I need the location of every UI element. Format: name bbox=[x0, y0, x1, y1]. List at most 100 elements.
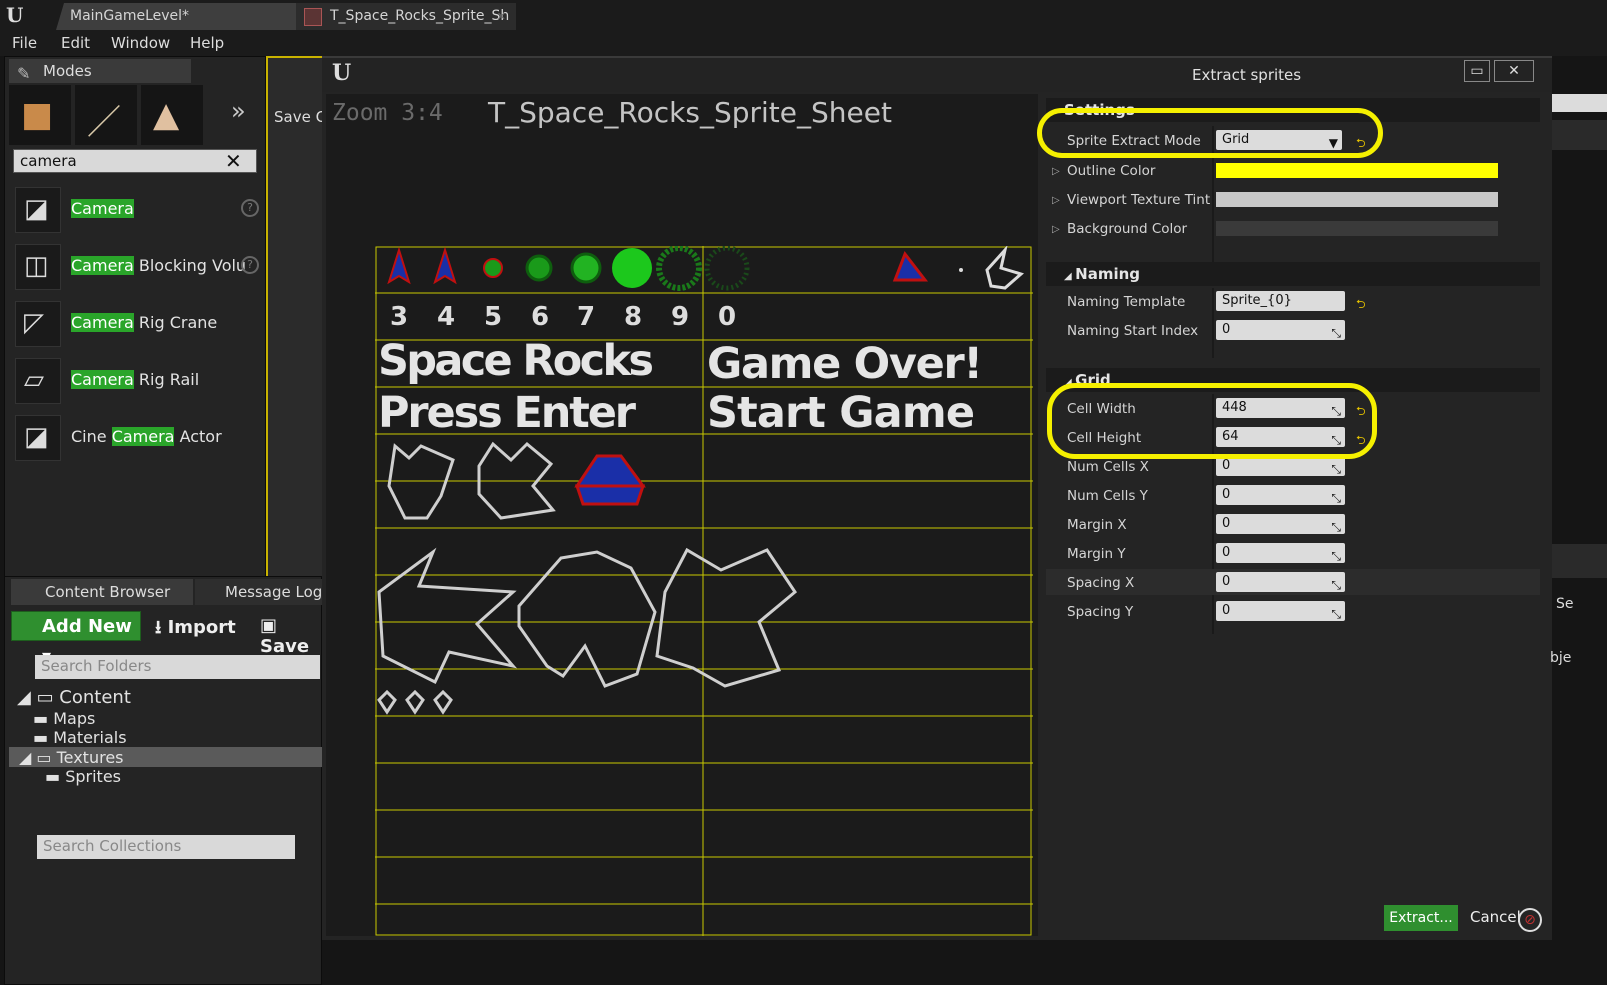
list-item[interactable]: ◫ Camera Blocking Volu ? bbox=[15, 242, 259, 292]
close-icon[interactable]: ✕ bbox=[1494, 60, 1534, 82]
title-bar: U MainGameLevel* T_Space_Rocks_Sprite_Sh… bbox=[0, 0, 1607, 30]
paint-mode-button[interactable]: ／ bbox=[75, 85, 137, 145]
margin-x-input[interactable]: 0 ⤡ bbox=[1216, 514, 1345, 534]
help-icon[interactable]: ? bbox=[241, 256, 259, 274]
list-item[interactable]: ◪ Cine Camera Actor bbox=[15, 413, 259, 463]
collections-search-input[interactable]: Search Collections bbox=[37, 835, 295, 859]
camera-rig-crane-icon: ◸ bbox=[15, 301, 61, 347]
start-game-text: Start Game bbox=[707, 388, 975, 438]
tree-materials[interactable]: ▬ Materials bbox=[33, 728, 127, 747]
save-current-button[interactable]: Save C bbox=[274, 108, 326, 126]
background-panel-strip bbox=[1552, 94, 1607, 112]
digit-3: 3 bbox=[390, 302, 408, 332]
level-viewport[interactable] bbox=[266, 56, 326, 584]
expand-arrow-icon[interactable]: ▷ bbox=[1052, 224, 1060, 235]
digit-0: 0 bbox=[718, 302, 736, 332]
texture-icon bbox=[304, 8, 322, 26]
drag-spin-icon: ⤡ bbox=[1331, 326, 1341, 340]
margin-y-label: Margin Y bbox=[1067, 546, 1126, 562]
close-icon[interactable]: ✕ bbox=[497, 3, 506, 30]
spacing-y-input[interactable]: 0 ⤡ bbox=[1216, 601, 1345, 621]
ship-sprites bbox=[387, 246, 1025, 291]
background-color-swatch[interactable] bbox=[1216, 221, 1498, 236]
num-cells-x-label: Num Cells X bbox=[1067, 459, 1149, 475]
tab-content-browser[interactable]: Content Browser bbox=[11, 579, 193, 605]
mountain-icon: ▲ bbox=[153, 95, 180, 135]
tree-textures[interactable]: ◢ ▭ Textures bbox=[19, 748, 124, 767]
menu-window[interactable]: Window bbox=[111, 34, 170, 52]
menu-help[interactable]: Help bbox=[190, 34, 224, 52]
tab-label: MainGameLevel* bbox=[70, 8, 190, 24]
add-new-button[interactable]: Add New ▾ bbox=[11, 611, 141, 667]
menu-file[interactable]: File bbox=[12, 34, 37, 52]
brush-icon: ／ bbox=[87, 103, 121, 143]
menu-bar: File Edit Window Help bbox=[0, 30, 1607, 56]
unreal-logo-icon: U bbox=[6, 3, 24, 27]
background-text: Se bbox=[1556, 596, 1574, 612]
num-cells-y-label: Num Cells Y bbox=[1067, 488, 1148, 504]
column-splitter[interactable] bbox=[1212, 288, 1214, 358]
naming-template-input[interactable]: Sprite_{0} bbox=[1216, 291, 1345, 311]
place-mode-button[interactable]: ■ bbox=[9, 85, 71, 145]
margin-y-input[interactable]: 0 ⤡ bbox=[1216, 543, 1345, 563]
tab-message-log[interactable]: Message Log bbox=[195, 579, 325, 605]
save-all-button[interactable]: ▣ Save bbox=[260, 615, 321, 657]
camera-rig-rail-icon: ▱ bbox=[15, 358, 61, 404]
digit-8: 8 bbox=[624, 302, 642, 332]
num-cells-x-input[interactable]: 0 ⤡ bbox=[1216, 456, 1345, 476]
import-button[interactable]: ⭳ Import bbox=[155, 615, 236, 645]
maximize-icon[interactable]: ▭ bbox=[1464, 60, 1490, 82]
tree-sprites[interactable]: ▬ Sprites bbox=[45, 767, 121, 786]
camera-icon: ◪ bbox=[15, 187, 61, 233]
list-item[interactable]: ◪ Camera ? bbox=[15, 185, 259, 235]
annotation-highlight bbox=[1037, 108, 1383, 158]
num-cells-y-input[interactable]: 0 ⤡ bbox=[1216, 485, 1345, 505]
search-input[interactable]: camera bbox=[13, 149, 257, 173]
zoom-label: Zoom 3:4 bbox=[332, 100, 443, 126]
tab-main-game-level[interactable]: MainGameLevel* bbox=[56, 3, 296, 30]
expand-arrow-icon[interactable]: ▷ bbox=[1052, 195, 1060, 206]
cine-camera-icon: ◪ bbox=[15, 415, 61, 461]
list-item[interactable]: ▱ Camera Rig Rail bbox=[15, 356, 259, 406]
outline-color-swatch[interactable] bbox=[1216, 163, 1498, 178]
tab-modes[interactable]: ✎ Modes bbox=[9, 59, 191, 83]
background-text: bje bbox=[1550, 650, 1572, 666]
expand-arrow-icon[interactable]: ▷ bbox=[1052, 166, 1060, 177]
background-panel-strip bbox=[1552, 120, 1607, 150]
drag-spin-icon: ⤡ bbox=[1331, 607, 1341, 621]
sprite-sheet[interactable]: 3 4 5 6 7 8 9 0 Space Rocks Game Over! P… bbox=[375, 246, 1033, 936]
viewport-tint-swatch[interactable] bbox=[1216, 192, 1498, 207]
reset-to-default-icon[interactable]: ⮌ bbox=[1356, 295, 1366, 316]
menu-edit[interactable]: Edit bbox=[61, 34, 90, 52]
modes-icon: ✎ bbox=[17, 64, 31, 83]
clear-icon[interactable]: ✕ bbox=[225, 149, 242, 173]
cancel-button[interactable]: Cancel bbox=[1470, 908, 1521, 926]
camera-blocking-volume-icon: ◫ bbox=[15, 244, 61, 290]
extract-button[interactable]: Extract... bbox=[1384, 905, 1458, 931]
help-icon[interactable]: ? bbox=[241, 199, 259, 217]
naming-header[interactable]: ◢ Naming bbox=[1046, 262, 1540, 286]
cube-icon: ■ bbox=[21, 95, 54, 135]
tab-sprite-sheet[interactable]: T_Space_Rocks_Sprite_Sh ✕ bbox=[296, 3, 516, 30]
game-over-text: Game Over! bbox=[707, 339, 983, 389]
naming-start-index-input[interactable]: 0 ⤡ bbox=[1216, 320, 1345, 340]
digit-6: 6 bbox=[531, 302, 549, 332]
tree-maps[interactable]: ▬ Maps bbox=[33, 709, 95, 728]
drag-spin-icon: ⤡ bbox=[1331, 462, 1341, 476]
tree-content[interactable]: ◢ ▭ Content bbox=[17, 687, 131, 708]
drag-spin-icon: ⤡ bbox=[1331, 578, 1341, 592]
space-rocks-text: Space Rocks bbox=[378, 336, 654, 386]
folder-search-input[interactable]: Search Folders bbox=[35, 655, 320, 679]
press-enter-text: Press Enter bbox=[378, 388, 637, 438]
chevron-right-icon[interactable]: » bbox=[231, 97, 246, 125]
list-item[interactable]: ◸ Camera Rig Crane bbox=[15, 299, 259, 349]
tab-label: T_Space_Rocks_Sprite_Sh bbox=[330, 8, 510, 24]
tab-label: Modes bbox=[43, 62, 92, 80]
background-panel-strip bbox=[1552, 544, 1607, 578]
spacing-x-input[interactable]: 0 ⤡ bbox=[1216, 572, 1345, 592]
landscape-mode-button[interactable]: ▲ bbox=[141, 85, 203, 145]
outline-color-label: Outline Color bbox=[1067, 163, 1156, 179]
spacing-x-label: Spacing X bbox=[1067, 575, 1135, 591]
texture-name: T_Space_Rocks_Sprite_Sheet bbox=[488, 96, 892, 129]
naming-start-index-label: Naming Start Index bbox=[1067, 323, 1199, 339]
